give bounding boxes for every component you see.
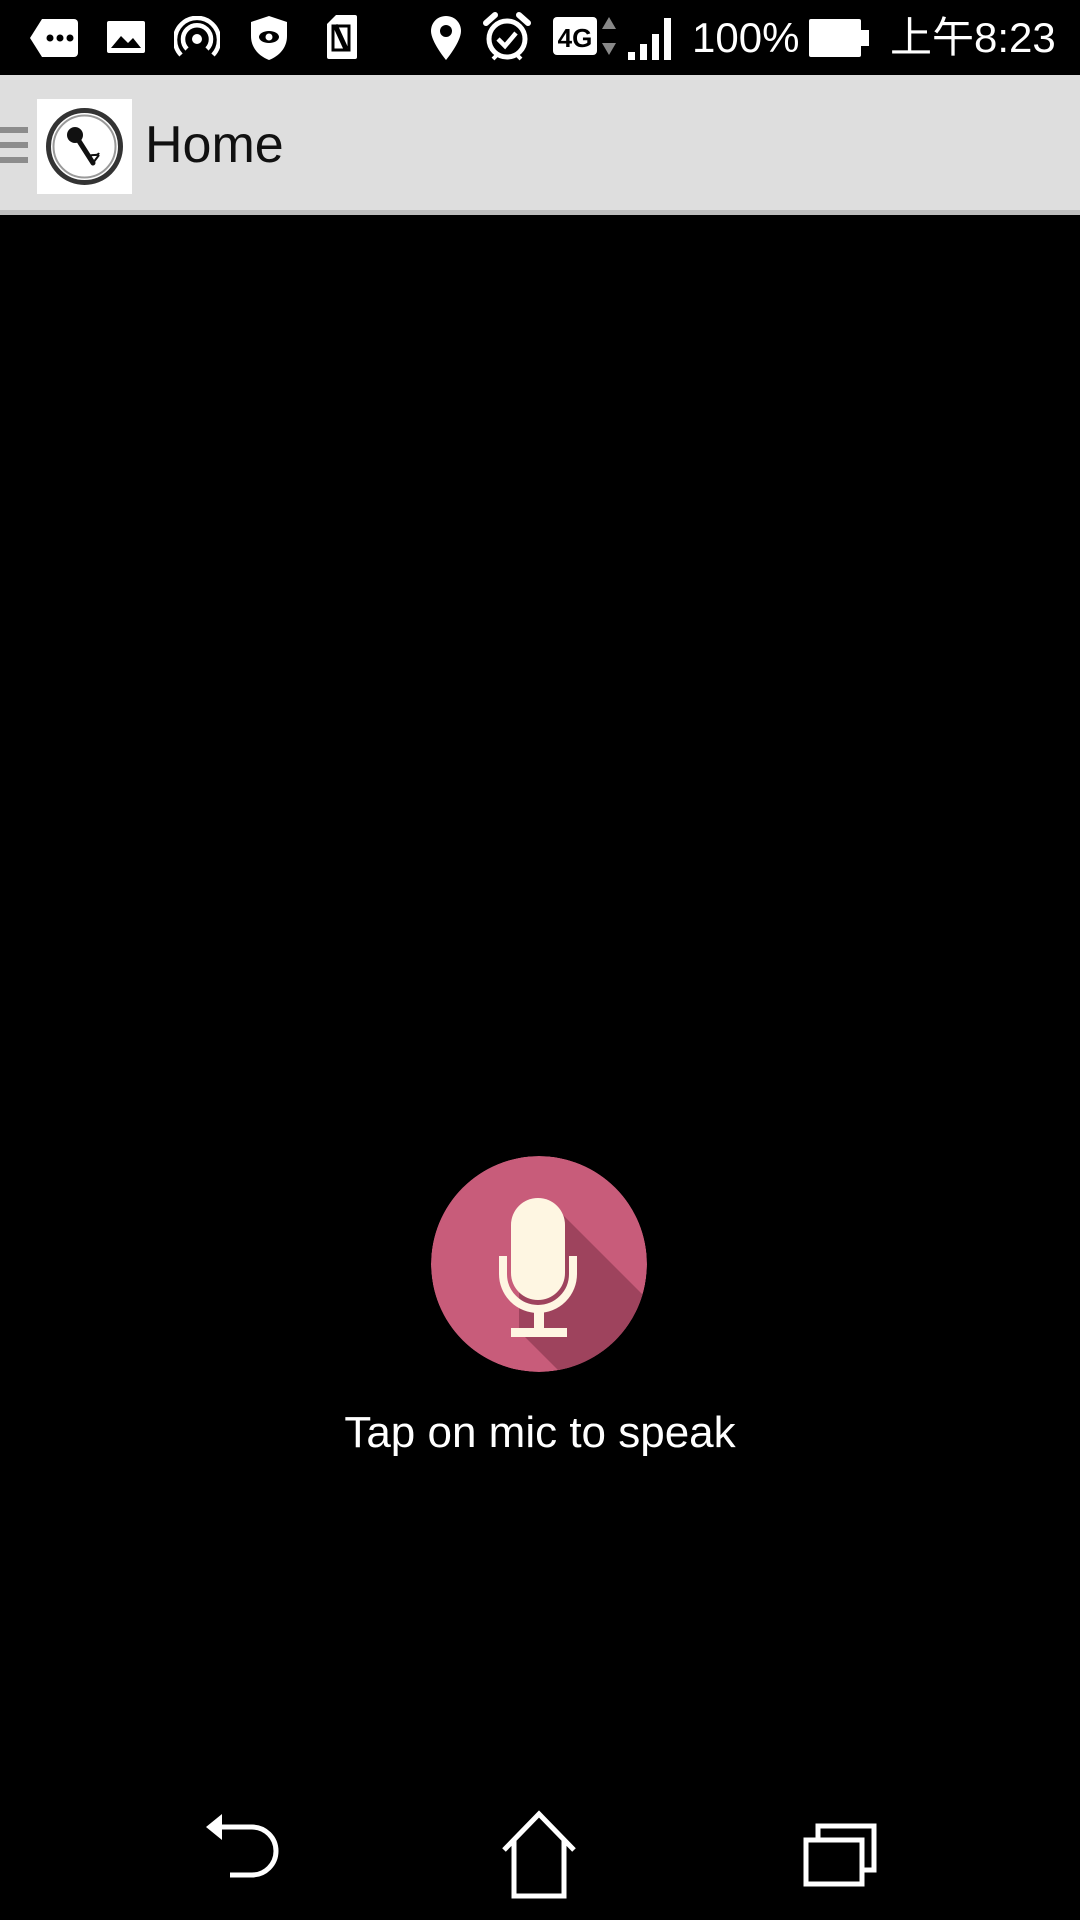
signal-icon [628,18,671,60]
main-content [0,220,1080,1780]
app-toolbar: Home [0,75,1080,215]
location-icon [431,16,461,60]
drawer-menu-icon[interactable] [0,125,30,165]
battery-icon [809,19,869,57]
microphone-logo-icon [46,108,123,185]
shield-icon [251,16,287,60]
mic-button[interactable] [431,1156,647,1372]
hotspot-icon [174,16,220,57]
navigation-bar [0,1780,1080,1920]
mic-hint-text: Tap on mic to speak [344,1408,736,1457]
status-bar: 4G 100% 上午8:23 [0,0,1080,75]
svg-text:4G: 4G [558,23,593,53]
back-icon[interactable] [186,1810,296,1900]
image-icon [107,21,145,53]
page-title: Home [145,116,284,174]
sim-icon [327,15,357,59]
battery-percent: 100% [692,14,800,61]
alarm-icon [483,12,531,61]
recent-apps-icon[interactable] [784,1810,894,1900]
home-icon[interactable] [484,1810,594,1900]
network-4g-icon: 4G [553,17,616,55]
clock: 上午8:23 [890,14,1056,61]
more-notifications-icon [30,19,78,57]
app-logo[interactable] [37,99,132,194]
microphone-icon [431,1156,647,1372]
